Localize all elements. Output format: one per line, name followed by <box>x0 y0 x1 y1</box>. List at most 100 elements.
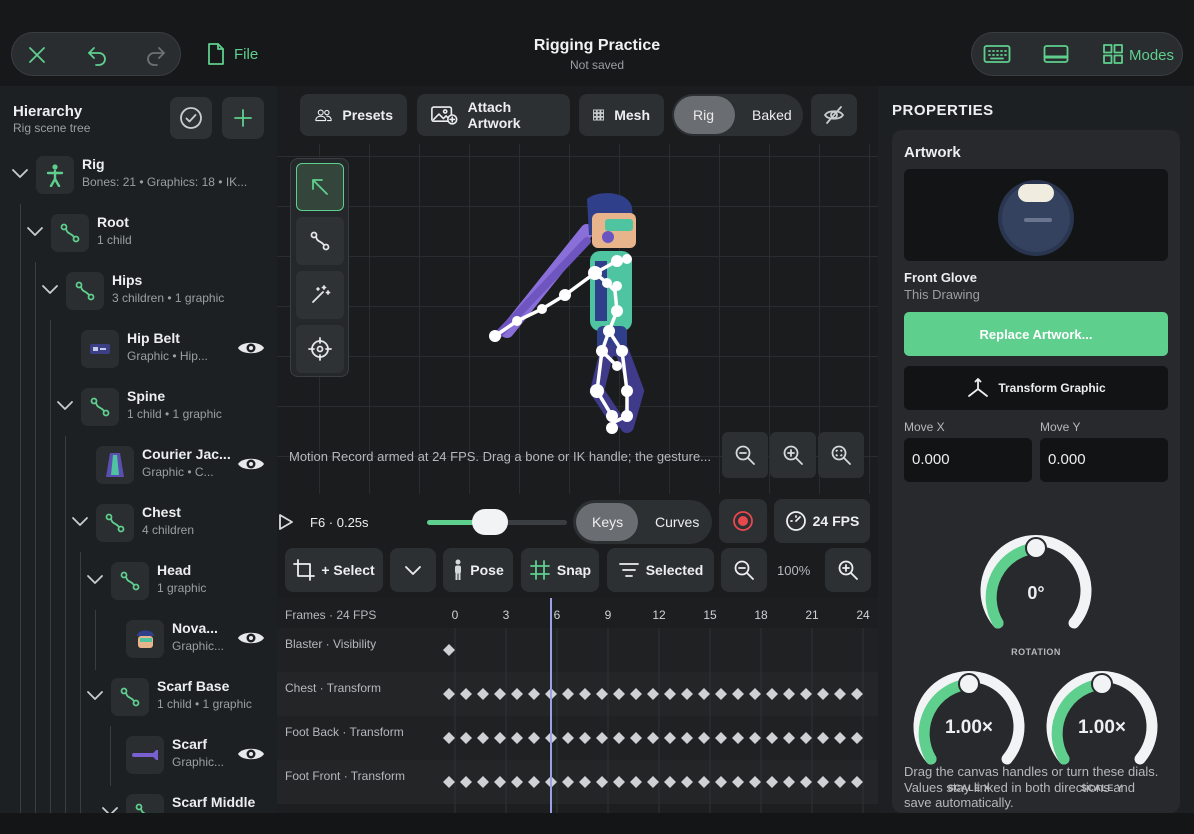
keyframe-diamond[interactable] <box>613 732 625 744</box>
keyframe-diamond[interactable] <box>460 776 472 788</box>
select-keys-button[interactable]: + Select <box>285 548 383 592</box>
keyframe-diamond[interactable] <box>511 732 523 744</box>
keyframe-diamond[interactable] <box>630 776 642 788</box>
keyframe-diamond[interactable] <box>783 776 795 788</box>
keyframe-diamond[interactable] <box>579 732 591 744</box>
timeline-zoom-in-button[interactable] <box>825 548 871 592</box>
snap-button[interactable]: Snap <box>521 548 599 592</box>
target-tool[interactable] <box>296 325 344 373</box>
eye-icon[interactable] <box>236 338 266 358</box>
keyframe-diamond[interactable] <box>715 732 727 744</box>
rotation-dial[interactable]: 0° ROTATION <box>976 528 1096 658</box>
keyframe-diamond[interactable] <box>443 776 455 788</box>
mesh-button[interactable]: Mesh <box>579 94 664 136</box>
move-y-field[interactable]: 0.000 <box>1040 438 1168 482</box>
tree-node-head[interactable]: Head 1 graphic <box>0 554 277 612</box>
keyframe-diamond[interactable] <box>749 732 761 744</box>
keyframe-diamond[interactable] <box>732 732 744 744</box>
keyframe-diamond[interactable] <box>681 776 693 788</box>
keyframe-diamond[interactable] <box>494 732 506 744</box>
keyframe-diamond[interactable] <box>596 776 608 788</box>
tree-node-hip-belt[interactable]: Hip Belt Graphic • Hip... <box>0 322 277 380</box>
add-node-button[interactable] <box>222 97 264 139</box>
tree-node-spine[interactable]: Spine 1 child • 1 graphic <box>0 380 277 438</box>
modes-grid-icon[interactable] <box>1103 44 1123 64</box>
keyframe-diamond[interactable] <box>800 776 812 788</box>
tree-node-courier-jacket[interactable]: Courier Jac... Graphic • C... <box>0 438 277 496</box>
chevron-down-icon[interactable] <box>41 280 59 298</box>
keyframe-diamond[interactable] <box>528 732 540 744</box>
keyframe-diamond[interactable] <box>783 732 795 744</box>
keyframe-diamond[interactable] <box>817 732 829 744</box>
select-mode-dropdown[interactable] <box>390 548 436 592</box>
zoom-fit-button[interactable] <box>818 432 864 478</box>
chevron-down-icon[interactable] <box>56 396 74 414</box>
keyframe-canvas[interactable] <box>277 598 878 813</box>
timeline-zoom-out-button[interactable] <box>721 548 767 592</box>
keyframe-diamond[interactable] <box>766 776 778 788</box>
keyframe-diamond[interactable] <box>817 776 829 788</box>
keyframe-diamond[interactable] <box>579 776 591 788</box>
keyframe-diamond[interactable] <box>732 776 744 788</box>
chevron-down-icon[interactable] <box>86 570 104 588</box>
keyframe-diamond[interactable] <box>494 776 506 788</box>
keyframe-diamond[interactable] <box>647 776 659 788</box>
keyframe-diamond[interactable] <box>647 732 659 744</box>
keyframe-diamond[interactable] <box>664 776 676 788</box>
keyframe-diamond[interactable] <box>851 776 863 788</box>
keyboard-icon[interactable] <box>983 44 1011 64</box>
attach-artwork-button[interactable]: Attach Artwork <box>417 94 570 136</box>
panel-layout-icon[interactable] <box>1043 44 1069 64</box>
eye-icon[interactable] <box>236 744 266 764</box>
scrub-slider-knob[interactable] <box>472 509 508 535</box>
keyframe-diamond[interactable] <box>460 688 472 700</box>
chevron-down-icon[interactable] <box>101 802 119 813</box>
keyframe-diamond[interactable] <box>732 688 744 700</box>
chevron-down-icon[interactable] <box>26 222 44 240</box>
keyframe-diamond[interactable] <box>851 732 863 744</box>
keyframe-diamond[interactable] <box>698 776 710 788</box>
keys-curves-toggle[interactable]: Keys Curves <box>573 500 712 544</box>
keyframe-diamond[interactable] <box>562 732 574 744</box>
keyframe-diamond[interactable] <box>749 688 761 700</box>
replace-artwork-button[interactable]: Replace Artwork... <box>904 312 1168 356</box>
keyframe-diamond[interactable] <box>613 688 625 700</box>
keyframe-diamond[interactable] <box>681 732 693 744</box>
tree-node-scarf[interactable]: Scarf Graphic... <box>0 728 277 786</box>
tree-node-scarf-middle[interactable]: Scarf Middle <box>0 786 277 813</box>
keyframe-diamond[interactable] <box>834 732 846 744</box>
chevron-down-icon[interactable] <box>11 164 29 182</box>
tree-node-nova[interactable]: Nova... Graphic... <box>0 612 277 670</box>
keyframe-diamond[interactable] <box>834 776 846 788</box>
tree-node-scarf-base[interactable]: Scarf Base 1 child • 1 graphic <box>0 670 277 728</box>
tree-node-rig[interactable]: Rig Bones: 21 • Graphics: 18 • IK... <box>0 148 277 206</box>
keyframe-diamond[interactable] <box>443 644 455 656</box>
keyframe-diamond[interactable] <box>630 688 642 700</box>
keyframe-diamond[interactable] <box>596 732 608 744</box>
keyframe-diamond[interactable] <box>562 776 574 788</box>
keyframe-diamond[interactable] <box>443 732 455 744</box>
curves-option[interactable]: Curves <box>655 514 699 530</box>
keyframe-diamond[interactable] <box>528 688 540 700</box>
keyframe-diamond[interactable] <box>579 688 591 700</box>
keyframe-diamond[interactable] <box>698 688 710 700</box>
keyframe-diamond[interactable] <box>596 688 608 700</box>
keyframe-diamond[interactable] <box>749 776 761 788</box>
keyframe-diamond[interactable] <box>613 776 625 788</box>
keyframe-diamond[interactable] <box>494 688 506 700</box>
chevron-down-icon[interactable] <box>86 686 104 704</box>
eye-icon[interactable] <box>236 628 266 648</box>
keyframe-diamond[interactable] <box>443 688 455 700</box>
keyframe-tracks[interactable]: Frames · 24 FPS 0 3 6 9 12 15 18 21 24 Blaster ·… <box>277 598 878 813</box>
confirm-button[interactable] <box>170 97 212 139</box>
presets-button[interactable]: Presets <box>300 94 407 136</box>
scale-x-knob[interactable] <box>958 673 980 695</box>
modes-button[interactable]: Modes <box>1129 47 1174 64</box>
bone-tool[interactable] <box>296 217 344 265</box>
keyframe-diamond[interactable] <box>664 688 676 700</box>
keyframe-diamond[interactable] <box>783 688 795 700</box>
rig-baked-toggle[interactable]: Rig Baked <box>672 94 803 136</box>
keyframe-diamond[interactable] <box>511 776 523 788</box>
tree-node-hips[interactable]: Hips 3 children • 1 graphic <box>0 264 277 322</box>
keyframe-diamond[interactable] <box>800 688 812 700</box>
